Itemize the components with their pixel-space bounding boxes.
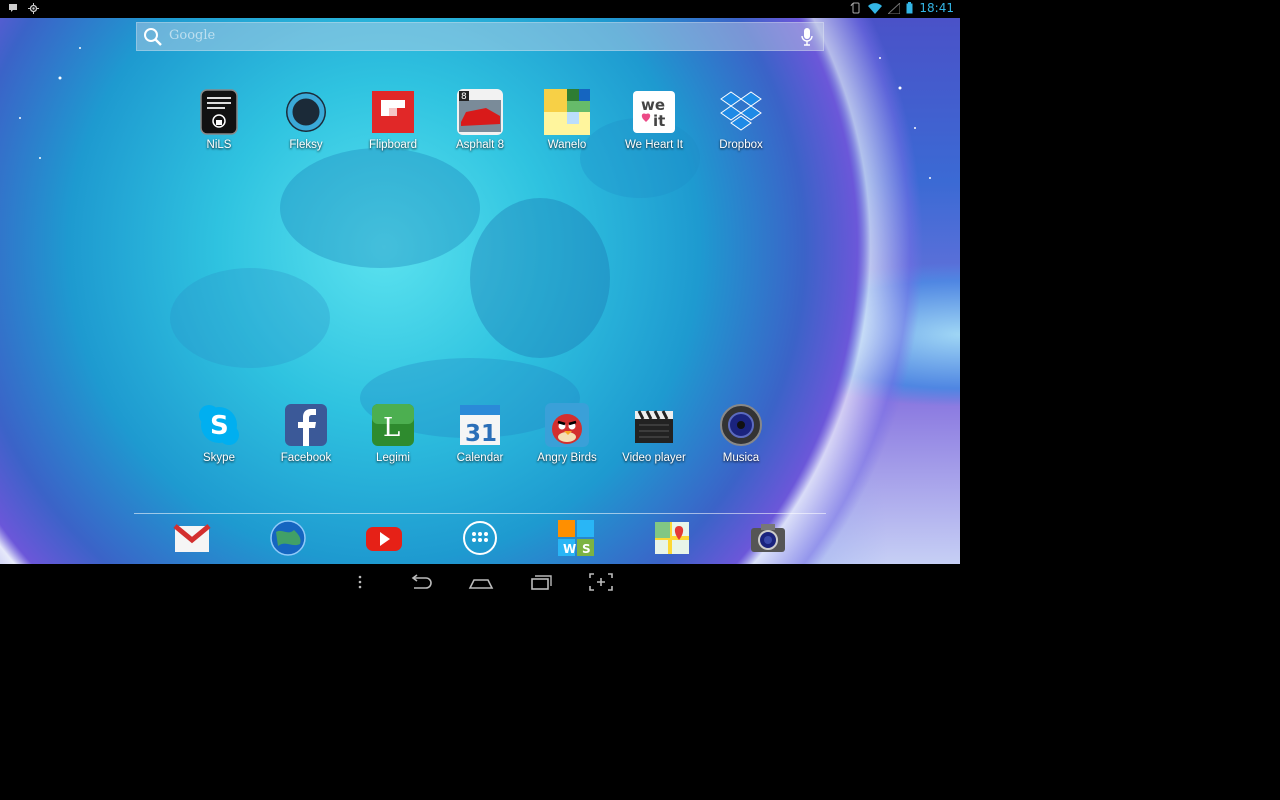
app-label: We Heart It [625,139,683,151]
skype-icon: S [195,401,243,449]
app-label: Musica [722,452,760,464]
camera-icon[interactable] [748,518,788,558]
svg-text:W: W [563,542,576,556]
app-label: Asphalt 8 [456,139,504,151]
tablet-screen: 18:41 Google NiLS Fleksy Flipboard 8 Asp… [0,0,1280,800]
google-search-bar[interactable]: Google [136,22,824,51]
all-apps-icon[interactable] [460,518,500,558]
app-skype[interactable]: S Skype [175,401,263,464]
status-bar: 18:41 [0,0,960,18]
navigation-bar [0,564,960,600]
calendar-icon: 31 [456,401,504,449]
app-label: Video player [622,452,686,464]
app-facebook[interactable]: Facebook [262,401,350,464]
app-wanelo[interactable]: Wanelo [523,88,611,151]
recent-apps-icon[interactable] [529,572,553,592]
browser-icon[interactable] [268,518,308,558]
search-input[interactable]: Google [169,28,215,43]
app-label: Wanelo [547,139,587,151]
app-label: Angry Birds [537,452,597,464]
gmail-icon[interactable] [172,518,212,558]
search-icon [144,28,162,46]
app-we-heart-it[interactable]: we it We Heart It [610,88,698,151]
svg-text:L: L [383,413,400,443]
weheartit-icon: we it [630,88,678,136]
asphalt-icon: 8 [456,88,504,136]
maps-icon[interactable] [652,518,692,558]
app-video-player[interactable]: Video player [610,401,698,464]
app-label: Dropbox [719,139,763,151]
dock-divider [134,513,826,514]
app-flipboard[interactable]: Flipboard [349,88,437,151]
svg-text:S: S [582,542,591,556]
sync-icon [850,2,860,14]
notification-icon [9,4,17,12]
app-legimi[interactable]: L Legimi [349,401,437,464]
svg-text:8: 8 [461,92,467,102]
screenshot-icon[interactable] [588,572,614,592]
app-fleksy[interactable]: Fleksy [262,88,350,151]
app-calendar[interactable]: 31 Calendar [436,401,524,464]
home-icon[interactable] [468,572,494,592]
signal-icon [888,2,901,14]
legimi-icon: L [369,401,417,449]
home-screen[interactable]: Google NiLS Fleksy Flipboard 8 Asphalt 8… [0,18,960,564]
music-icon [717,401,765,449]
svg-text:it: it [653,112,665,130]
flipboard-icon [369,88,417,136]
app-angry-birds[interactable]: Angry Birds [523,401,611,464]
app-label: Skype [203,452,235,464]
dropbox-icon [717,88,765,136]
video-player-icon [630,401,678,449]
app-dropbox[interactable]: Dropbox [697,88,785,151]
app-label: Legimi [376,452,410,464]
angry-birds-icon [543,401,591,449]
fleksy-icon [282,88,330,136]
app-label: Facebook [280,452,332,464]
svg-text:S: S [210,411,229,441]
wifi-icon [868,2,883,14]
app-nils[interactable]: NiLS [175,88,263,151]
wanelo-icon [543,88,591,136]
app-musica[interactable]: Musica [697,401,785,464]
app-label: NiLS [206,139,232,151]
menu-icon[interactable] [356,572,364,592]
battery-icon [906,2,913,14]
app-label: Flipboard [369,139,417,151]
microphone-icon[interactable] [801,28,813,46]
wordfeud-icon[interactable]: WS [556,518,596,558]
app-label: Fleksy [289,139,323,151]
clock: 18:41 [919,1,954,15]
svg-text:31: 31 [465,421,497,447]
nils-icon [195,88,243,136]
app-label: Calendar [456,452,504,464]
back-icon[interactable] [408,572,432,592]
location-icon [28,3,39,14]
facebook-icon [282,401,330,449]
app-asphalt[interactable]: 8 Asphalt 8 [436,88,524,151]
youtube-icon[interactable] [364,518,404,558]
